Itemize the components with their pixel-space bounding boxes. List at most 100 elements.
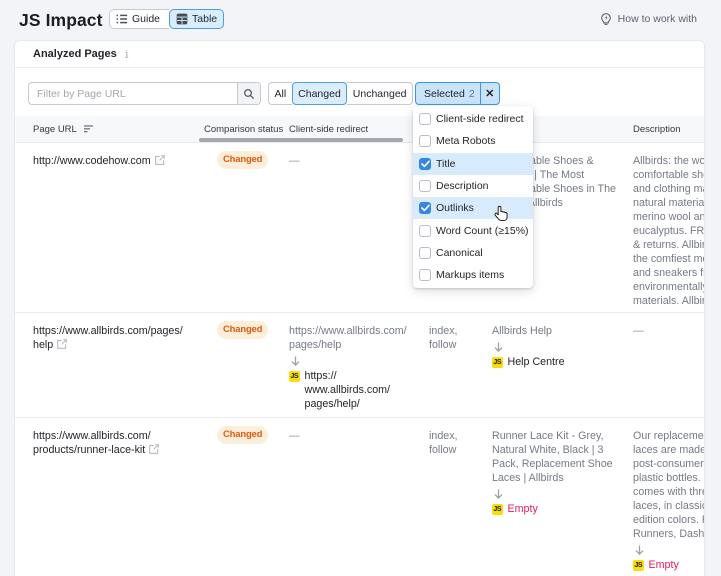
lightbulb-icon [599,12,613,26]
changed-badge: Changed [217,151,268,169]
title-new-value: JS Empty [492,502,613,516]
external-link-icon[interactable] [57,339,67,349]
changed-badge: Changed [217,321,268,339]
down-arrow-icon [494,342,503,352]
redirect-new-value: JS https:// www.allbirds.com/ pages/help/ [289,369,407,411]
columns-dropdown: Client-side redirect Meta Robots Title Desc… [413,106,533,288]
page-url-cell: http://www.codehow.com [33,154,165,168]
dropdown-item-label: Outlinks [436,202,474,214]
search-icon [243,88,255,100]
title-old-value: Allbirds Help [492,324,565,338]
redirect-new-text: https:// www.allbirds.com/ pages/help/ [305,369,391,411]
change-arrow-icon [494,489,613,499]
change-arrow-icon [494,342,565,352]
filter-changed-button[interactable]: Changed [292,82,348,105]
column-header-label: Page URL [33,124,76,135]
title-new-value: JSHelp Centre [492,355,565,369]
filter-all-button[interactable]: All [268,82,292,105]
description-cell: — [633,324,644,338]
js-badge: JS [492,357,503,368]
checkbox-unchecked[interactable] [419,247,431,259]
dropdown-item-label: Title [436,158,455,170]
checkbox-unchecked[interactable] [419,135,431,147]
column-header-page-url[interactable]: Page URL [33,124,94,135]
change-arrow-icon [635,545,706,555]
page-url-link[interactable]: https://www.allbirds.com/ products/runne… [33,430,151,456]
sort-icon [84,125,94,133]
dropdown-item-canonical[interactable]: Canonical [413,242,533,264]
js-badge: JS [289,371,300,382]
change-arrow-icon [291,356,407,366]
selected-chip-count: 2 [469,88,480,100]
filter-input[interactable] [29,83,237,104]
table-tab[interactable]: Table [169,9,224,29]
view-toggle: Guide Table [109,9,224,29]
dropdown-item-meta-robots[interactable]: Meta Robots [413,130,533,152]
description-cell: Our replacement shoe laces are made from… [633,429,705,572]
meta-robots-cell: index, follow [429,429,458,457]
js-badge: JS [492,504,503,515]
page-title: JS Impact [19,10,103,31]
filter-unchanged-button[interactable]: Unchanged [347,82,413,105]
redirect-cell: — [289,429,300,443]
external-link-icon[interactable] [149,444,159,454]
title-cell: Runner Lace Kit - Grey, Natural White, B… [492,429,613,516]
toolbar: All Changed Unchanged Selected 2 ✕ [15,68,704,116]
redirect-cell: https://www.allbirds.com/ pages/help JSh… [289,324,407,411]
list-icon [116,13,128,25]
status-cell: Changed [217,151,268,169]
down-arrow-icon [291,356,300,366]
column-header-description[interactable]: Description [633,124,681,135]
description-new-text: Empty [649,558,679,572]
chip-close-icon[interactable]: ✕ [481,87,499,100]
js-badge: JS [633,560,644,571]
checkbox-checked[interactable] [419,202,431,214]
dropdown-item-label: Description [436,180,489,192]
checkmark-icon [421,204,430,212]
description-old-value: Allbirds: the world's most comfortable s… [633,154,705,308]
dropdown-item-label: Word Count (≥15%) [436,225,529,237]
selected-chip-label: Selected [416,88,469,100]
external-link-icon[interactable] [155,155,165,165]
dropdown-item-label: Client-side redirect [436,113,524,125]
title-new-text: Empty [508,502,538,516]
dropdown-item-label: Canonical [436,247,483,259]
description-new-value: JS Empty [633,558,705,572]
changed-badge: Changed [217,426,268,444]
checkbox-unchecked[interactable] [419,225,431,237]
dropdown-item-description[interactable]: Description [413,175,533,197]
column-header-comparison-status[interactable]: Comparison status [204,124,283,135]
search-button[interactable] [237,83,260,104]
column-header-client-side-redirect[interactable]: Client-side redirect [289,124,368,135]
panel-title: Analyzed Pages [33,48,117,60]
page-url-cell: https://www.allbirds.com/pages/ help [33,324,183,352]
help-link[interactable]: How to work with [599,12,697,26]
panel-header: Analyzed Pages i [15,41,704,68]
checkbox-unchecked[interactable] [419,180,431,192]
checkbox-unchecked[interactable] [419,113,431,125]
table-tab-label: Table [192,13,217,25]
dropdown-item-title[interactable]: Title [413,153,533,175]
top-bar: JS Impact Guide Table How to work with [0,0,721,40]
down-arrow-icon [494,489,503,499]
dropdown-item-markups-items[interactable]: Markups items [413,264,533,286]
info-icon[interactable]: i [125,48,129,61]
checkbox-checked[interactable] [419,158,431,170]
redirect-cell: — [289,154,300,168]
page-url-link[interactable]: https://www.allbirds.com/pages/ help [33,325,183,351]
table-row: https://www.allbirds.com/pages/ help Cha… [15,313,704,418]
meta-robots-cell: index, follow [429,324,458,352]
status-filter: All Changed Unchanged [268,82,413,105]
guide-tab[interactable]: Guide [109,9,169,29]
dropdown-item-label: Meta Robots [436,135,496,147]
dropdown-item-label: Markups items [436,269,504,281]
dropdown-item-client-side-redirect[interactable]: Client-side redirect [413,108,533,130]
dropdown-item-outlinks[interactable]: Outlinks [413,197,533,219]
dropdown-item-word-count-15[interactable]: Word Count (≥15%) [413,219,533,241]
mouse-cursor [494,205,508,222]
selected-columns-chip[interactable]: Selected 2 ✕ [415,82,500,105]
checkbox-unchecked[interactable] [419,269,431,281]
horizontal-scrollbar[interactable] [199,138,403,142]
page-url-link[interactable]: http://www.codehow.com [33,155,151,167]
title-cell: Allbirds Help JSHelp Centre [492,324,565,369]
